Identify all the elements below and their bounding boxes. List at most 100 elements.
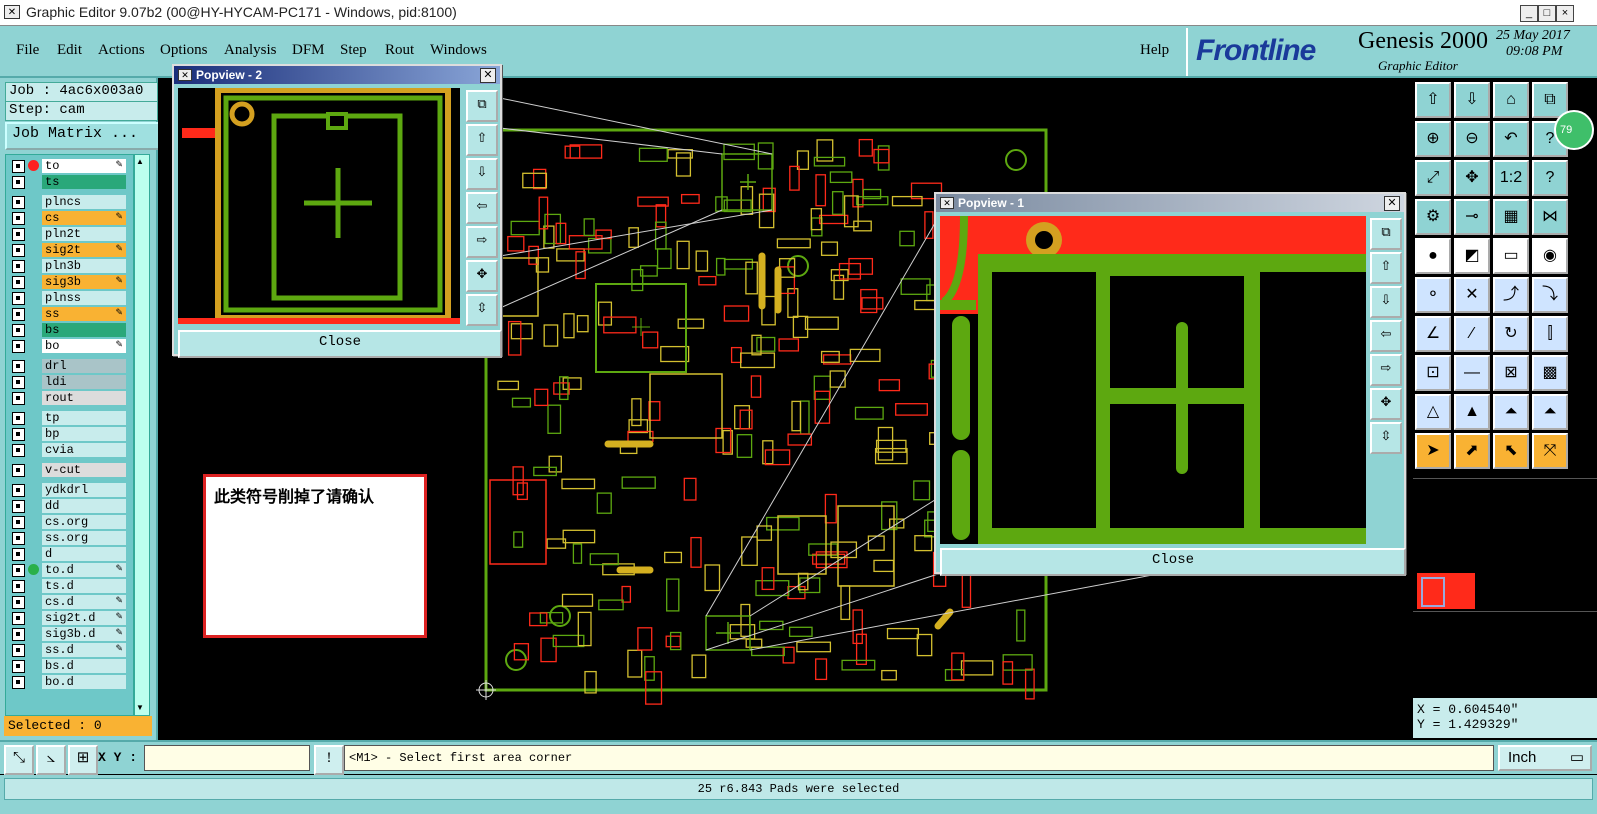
layer-row[interactable]: cs ✎ [9, 211, 127, 225]
layer-row[interactable]: ss ✎ [9, 307, 127, 321]
split-icon[interactable]: ⊡ [1415, 355, 1451, 391]
xy-input[interactable] [144, 745, 310, 771]
layer-row[interactable]: bs [9, 323, 127, 337]
snap-icon[interactable]: ⊸ [1454, 199, 1490, 235]
pv1-pan-right-icon[interactable]: ⇨ [1370, 354, 1402, 386]
layer-name[interactable]: bp [42, 427, 126, 441]
layer-checkbox[interactable] [12, 500, 25, 513]
layer-row[interactable]: cs.d ✎ [9, 595, 127, 609]
popview-1-close-icon[interactable]: ✕ [1384, 196, 1400, 211]
layer-checkbox[interactable] [12, 532, 25, 545]
layer-row[interactable]: bp [9, 427, 127, 441]
pv1-fit-icon[interactable]: ⇳ [1370, 422, 1402, 454]
move-icon[interactable]: ⤴ [1493, 277, 1529, 313]
fit-icon[interactable]: ⤢ [1415, 160, 1451, 196]
layer-row[interactable]: ss.d ✎ [9, 643, 127, 657]
pv1-zoom-out-icon[interactable]: ⇩ [1370, 286, 1402, 318]
layer-name[interactable]: to.d [42, 563, 126, 577]
resize-icon[interactable]: ⊠ [1493, 355, 1529, 391]
menu-dfm[interactable]: DFM [292, 42, 325, 59]
line-icon[interactable]: ∠ [1415, 316, 1451, 352]
layer-checkbox[interactable] [12, 276, 25, 289]
home-down-icon[interactable]: ⇩ [1454, 82, 1490, 118]
layer-checkbox[interactable] [12, 308, 25, 321]
layer-checkbox[interactable] [12, 260, 25, 273]
popview-1-canvas[interactable] [940, 216, 1366, 544]
layer-row[interactable]: rout [9, 391, 127, 405]
select-icon[interactable]: ● [1415, 238, 1451, 274]
layer-row[interactable]: tp [9, 411, 127, 425]
layer-name[interactable]: v-cut [42, 463, 126, 477]
zoom-back-icon[interactable]: ↶ [1493, 121, 1529, 157]
layer-row[interactable]: to ✎ [9, 159, 127, 173]
menu-rout[interactable]: Rout [385, 42, 414, 59]
cut-icon[interactable]: — [1454, 355, 1490, 391]
layer-checkbox[interactable] [12, 360, 25, 373]
layer-checkbox[interactable] [12, 464, 25, 477]
pointer-fill-icon[interactable]: ⬉ [1493, 433, 1529, 469]
home-icon[interactable]: ⌂ [1493, 82, 1529, 118]
layer-name[interactable]: ss.org [42, 531, 126, 545]
popview-1-close-button[interactable]: Close [940, 548, 1406, 576]
pv2-zoom-out-icon[interactable]: ⇩ [466, 158, 498, 190]
clip-icon[interactable]: ▩ [1532, 355, 1568, 391]
layer-checkbox[interactable] [12, 548, 25, 561]
layer-row[interactable]: d [9, 547, 127, 561]
layer-name[interactable]: sig3b [42, 275, 126, 289]
layer-checkbox[interactable] [12, 412, 25, 425]
layer-row[interactable]: to.d ✎ [9, 563, 127, 577]
triangle-icon[interactable]: △ [1415, 394, 1451, 430]
layer-checkbox[interactable] [12, 196, 25, 209]
menu-file[interactable]: File [16, 42, 39, 59]
layer-checkbox[interactable] [12, 228, 25, 241]
layer-checkbox[interactable] [12, 244, 25, 257]
layer-row[interactable]: bo ✎ [9, 339, 127, 353]
layer-checkbox[interactable] [12, 676, 25, 689]
layer-name[interactable]: tp [42, 411, 126, 425]
layer-name[interactable]: ss.d [42, 643, 126, 657]
popview-2-close-icon[interactable]: ✕ [480, 68, 496, 83]
delete-icon[interactable]: ✕ [1454, 277, 1490, 313]
layer-checkbox[interactable] [12, 212, 25, 225]
layer-checkbox[interactable] [12, 428, 25, 441]
layer-name[interactable]: cs [42, 211, 126, 225]
snap-icon[interactable]: ⤡ [4, 745, 34, 775]
popview-2-canvas[interactable] [178, 88, 460, 324]
popview-2-close-button[interactable]: Close [178, 330, 502, 358]
menu-options[interactable]: Options [160, 42, 208, 59]
layer-checkbox[interactable] [12, 444, 25, 457]
layer-scrollbar[interactable]: ▲ ▼ [134, 154, 150, 716]
alert-icon[interactable]: ! [314, 745, 344, 775]
layer-name[interactable]: sig2t.d [42, 611, 126, 625]
pointer-box-icon[interactable]: ⬈ [1454, 433, 1490, 469]
grid-icon[interactable]: ⊞ [68, 745, 98, 775]
layer-name[interactable]: rout [42, 391, 126, 405]
zoom-out-icon[interactable]: ⊖ [1454, 121, 1490, 157]
layer-checkbox[interactable] [12, 160, 25, 173]
layer-name[interactable]: ts.d [42, 579, 126, 593]
zoom-in-icon[interactable]: ⊕ [1415, 121, 1451, 157]
pv2-pan-right-icon[interactable]: ⇨ [466, 226, 498, 258]
menu-help[interactable]: Help [1140, 42, 1169, 59]
pv1-zoom-fit-icon[interactable]: ⧉ [1370, 218, 1402, 250]
layer-row[interactable]: plncs [9, 195, 127, 209]
layer-name[interactable]: pln3b [42, 259, 126, 273]
layer-row[interactable]: sig3b.d ✎ [9, 627, 127, 641]
rotate-icon[interactable]: ↻ [1493, 316, 1529, 352]
measure-icon[interactable]: ◩ [1454, 238, 1490, 274]
layer-checkbox[interactable] [12, 564, 25, 577]
pv2-pan-left-icon[interactable]: ⇦ [466, 192, 498, 224]
layer-row[interactable]: bs.d [9, 659, 127, 673]
query-icon[interactable]: ? [1532, 160, 1568, 196]
pv1-expand-icon[interactable]: ✥ [1370, 388, 1402, 420]
layer-row[interactable]: drl [9, 359, 127, 373]
layer-name[interactable]: bs [42, 323, 126, 337]
angle-icon[interactable]: ⦣ [36, 745, 66, 775]
layer-checkbox[interactable] [12, 484, 25, 497]
layer-name[interactable]: plnss [42, 291, 126, 305]
layer-name[interactable]: drl [42, 359, 126, 373]
layer-name[interactable]: to [42, 159, 126, 173]
home-up-icon[interactable]: ⇧ [1415, 82, 1451, 118]
pv2-fit-icon[interactable]: ⇳ [466, 294, 498, 326]
layer-row[interactable]: v-cut [9, 463, 127, 477]
